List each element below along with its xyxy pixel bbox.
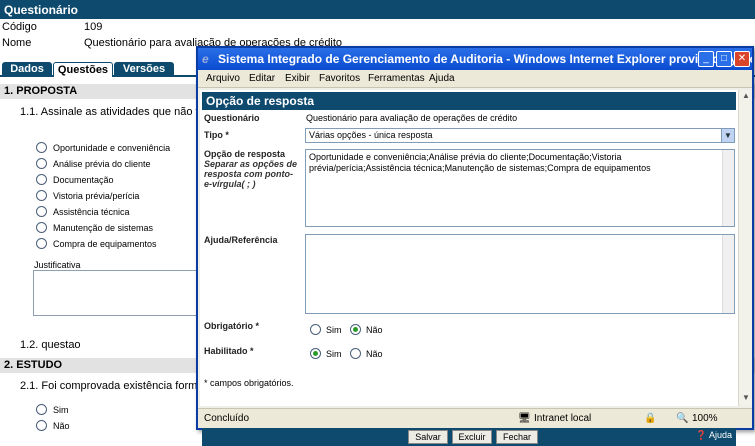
tipo-select[interactable]: Várias opções - única resposta ▼ — [305, 128, 735, 143]
radio-button[interactable] — [36, 404, 47, 415]
question-2-1: 2.1. Foi comprovada existência formal de — [20, 380, 222, 392]
window-content: Opção de resposta Questionário Questioná… — [200, 90, 738, 446]
zoom-icon: 🔍 — [676, 413, 689, 424]
radio-button[interactable] — [36, 420, 47, 431]
chevron-down-icon[interactable]: ▼ — [721, 129, 734, 142]
radio-button[interactable] — [350, 348, 361, 359]
intranet-icon: 🖥 — [518, 413, 531, 424]
tipo-label: Tipo * — [204, 130, 229, 140]
popup-window: e Sistema Integrado de Gerenciamento de … — [196, 46, 754, 446]
ie-icon: e — [202, 52, 209, 66]
obrigatorio-nao[interactable]: Não — [350, 324, 383, 335]
ajuda-textarea[interactable] — [305, 234, 735, 314]
radio-button[interactable] — [36, 174, 47, 185]
tab-dados[interactable]: Dados — [2, 62, 52, 77]
window-titlebar[interactable]: e Sistema Integrado de Gerenciamento de … — [198, 48, 752, 70]
window-scrollbar[interactable]: ▲ ▼ — [738, 90, 752, 406]
habilitado-sim[interactable]: Sim — [310, 348, 342, 359]
scroll-up-icon[interactable]: ▲ — [740, 91, 752, 103]
opcao-label: Opção de resposta — [204, 149, 286, 159]
opcao-value: Oportunidade e conveniência;Análise prév… — [309, 152, 651, 173]
radio-button[interactable] — [310, 324, 321, 335]
status-bar: Concluído 🖥 Intranet local 🔒 🔍 100% — [198, 408, 752, 428]
radio-button[interactable] — [350, 324, 361, 335]
obrigatorio-label: Obrigatório * — [204, 321, 260, 331]
close-icon[interactable]: ✕ — [734, 51, 750, 67]
menu-exibir[interactable]: Exibir — [285, 73, 310, 84]
tab-versoes[interactable]: Versões — [114, 62, 174, 77]
menu-editar[interactable]: Editar — [249, 73, 275, 84]
option-sim[interactable]: Sim — [36, 404, 69, 415]
option-item[interactable]: Documentação — [36, 174, 114, 185]
opcao-label-group: Opção de resposta Separar as opções de r… — [204, 149, 300, 189]
questionario-label: Questionário — [204, 113, 260, 123]
form-footer: Salvar Excluir Fechar ❓ Ajuda — [202, 428, 736, 446]
codigo-value: 109 — [84, 21, 103, 33]
menu-favoritos[interactable]: Favoritos — [319, 73, 360, 84]
opcao-hint: Separar as opções de resposta com ponto-… — [204, 159, 298, 189]
radio-button[interactable] — [36, 222, 47, 233]
maximize-icon[interactable]: □ — [716, 51, 732, 67]
menu-bar: Arquivo Editar Exibir Favoritos Ferramen… — [198, 70, 752, 88]
obrigatorio-sim[interactable]: Sim — [310, 324, 342, 335]
habilitado-nao[interactable]: Não — [350, 348, 383, 359]
radio-button[interactable] — [36, 238, 47, 249]
radio-button[interactable] — [36, 190, 47, 201]
option-nao[interactable]: Não — [36, 420, 70, 431]
save-button[interactable]: Salvar — [408, 430, 448, 444]
radio-button[interactable] — [36, 142, 47, 153]
justificativa-label: Justificativa — [34, 260, 81, 270]
window-title: Sistema Integrado de Gerenciamento de Au… — [218, 52, 752, 66]
required-note: * campos obrigatórios. — [204, 378, 294, 388]
scroll-down-icon[interactable]: ▼ — [740, 393, 752, 405]
delete-button[interactable]: Excluir — [452, 430, 492, 444]
radio-button[interactable] — [36, 206, 47, 217]
help-icon: ❓ — [695, 430, 707, 440]
menu-arquivo[interactable]: Arquivo — [206, 73, 240, 84]
codigo-label: Código — [2, 21, 37, 33]
option-item[interactable]: Análise prévia do cliente — [36, 158, 151, 169]
radio-button[interactable] — [310, 348, 321, 359]
nome-label: Nome — [2, 37, 32, 49]
security-icon[interactable]: 🔒 — [644, 413, 656, 424]
option-item[interactable]: Assistência técnica — [36, 206, 130, 217]
justificativa-input[interactable] — [33, 270, 203, 316]
habilitado-label: Habilitado * — [204, 346, 254, 356]
question-1-1: 1.1. Assinale as atividades que não fora… — [20, 106, 224, 118]
opcao-textarea[interactable]: Oportunidade e conveniência;Análise prév… — [305, 149, 735, 227]
menu-ferramentas[interactable]: Ferramentas — [368, 73, 425, 84]
scrollbar[interactable] — [722, 235, 734, 313]
option-item[interactable]: Vistoria prévia/perícia — [36, 190, 139, 201]
option-item[interactable]: Manutenção de sistemas — [36, 222, 153, 233]
questionario-value: Questionário para avaliação de operações… — [306, 113, 518, 123]
tab-questoes[interactable]: Questões — [53, 62, 113, 77]
option-item[interactable]: Compra de equipamentos — [36, 238, 157, 249]
panel-title: Opção de resposta — [202, 92, 736, 110]
scrollbar[interactable] — [722, 150, 734, 226]
option-item[interactable]: Oportunidade e conveniência — [36, 142, 170, 153]
ajuda-label: Ajuda/Referência — [204, 235, 278, 245]
close-button[interactable]: Fechar — [496, 430, 538, 444]
menu-ajuda[interactable]: Ajuda — [429, 73, 455, 84]
minimize-icon[interactable]: _ — [698, 51, 714, 67]
status-zoom[interactable]: 100% — [692, 413, 718, 424]
tipo-value: Várias opções - única resposta — [309, 130, 433, 140]
radio-button[interactable] — [36, 158, 47, 169]
page-title: Questionário — [0, 0, 755, 19]
status-done: Concluído — [204, 413, 250, 424]
status-zone: Intranet local — [534, 413, 592, 424]
question-1-2: 1.2. questao — [20, 339, 81, 351]
